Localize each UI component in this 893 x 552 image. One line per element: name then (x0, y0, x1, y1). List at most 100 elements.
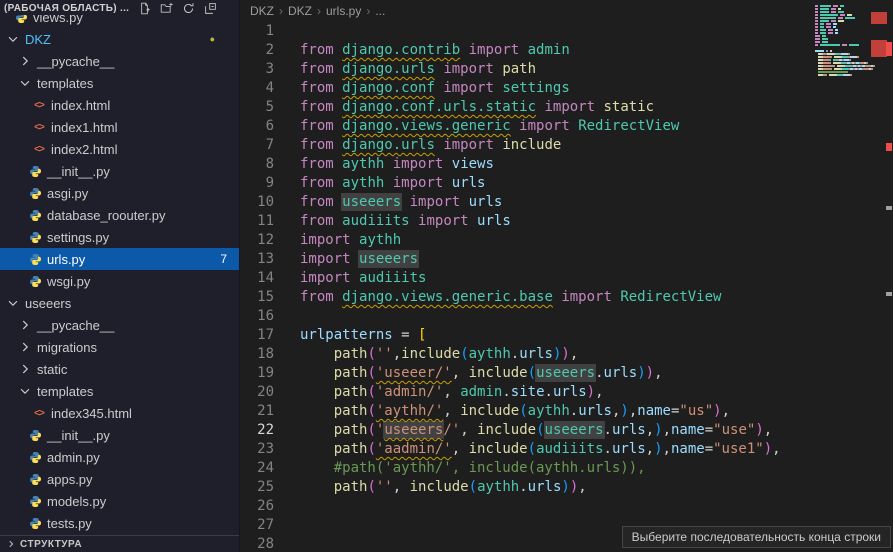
breadcrumb-item[interactable]: DKZ (288, 4, 312, 18)
tree-item-database-roouter-py[interactable]: database_roouter.py (0, 204, 239, 226)
code-line-1[interactable]: 1 (240, 22, 879, 41)
code-line-20[interactable]: 20 path('admin/', admin.site.urls), (240, 383, 879, 402)
line-content: path('',include(aythh.urls)), (274, 345, 578, 364)
tree-item--init-py[interactable]: __init__.py (0, 160, 239, 182)
line-number: 17 (240, 326, 274, 345)
code-line-19[interactable]: 19 path('useeer/', include(useeers.urls)… (240, 364, 879, 383)
code-line-3[interactable]: 3from django.urls import path (240, 60, 879, 79)
code-line-22[interactable]: 22 path('useeers/', include(useeers.urls… (240, 421, 879, 440)
tree-item-index2-html[interactable]: <>index2.html (0, 138, 239, 160)
code-line-2[interactable]: 2from django.contrib import admin (240, 41, 879, 60)
code-line-15[interactable]: 15from django.views.generic.base import … (240, 288, 879, 307)
line-content: urlpatterns = [ (274, 326, 426, 345)
tree-item-wsgi-py[interactable]: wsgi.py (0, 270, 239, 292)
tree-item-apps-py[interactable]: apps.py (0, 468, 239, 490)
tree-item-dkz[interactable]: DKZ● (0, 28, 239, 50)
tree-item-templates[interactable]: templates (0, 72, 239, 94)
python-file-icon (27, 517, 43, 530)
tree-item--pycache-[interactable]: __pycache__ (0, 50, 239, 72)
tree-item-settings-py[interactable]: settings.py (0, 226, 239, 248)
line-number: 15 (240, 288, 274, 307)
tree-item-templates[interactable]: templates (0, 380, 239, 402)
tree-item-label: migrations (37, 340, 97, 355)
code-area[interactable]: 12from django.contrib import admin3from … (240, 22, 879, 552)
code-line-10[interactable]: 10from useeers import urls (240, 193, 879, 212)
code-line-17[interactable]: 17urlpatterns = [ (240, 326, 879, 345)
code-line-18[interactable]: 18 path('',include(aythh.urls)), (240, 345, 879, 364)
breadcrumb-item[interactable]: ... (375, 4, 385, 18)
chevron-right-icon (17, 340, 33, 354)
code-line-11[interactable]: 11from audiiits import urls (240, 212, 879, 231)
tree-item--pycache-[interactable]: __pycache__ (0, 314, 239, 336)
tree-item-label: tests.py (47, 516, 92, 531)
code-line-6[interactable]: 6from django.views.generic import Redire… (240, 117, 879, 136)
line-content: from django.views.generic.base import Re… (274, 288, 721, 307)
tree-item-urls-py[interactable]: urls.py7 (0, 248, 239, 270)
tree-item-index345-html[interactable]: <>index345.html (0, 402, 239, 424)
code-line-24[interactable]: 24 #path('aythh/', include(aythh.urls)), (240, 459, 879, 478)
tree-item-useeers[interactable]: useeers (0, 292, 239, 314)
workspace-title: (РАБОЧАЯ ОБЛАСТЬ) ... (4, 3, 129, 14)
line-number: 20 (240, 383, 274, 402)
code-line-12[interactable]: 12import aythh (240, 231, 879, 250)
line-content: from audiiits import urls (274, 212, 511, 231)
collapse-all-icon[interactable] (203, 1, 217, 15)
line-number: 24 (240, 459, 274, 478)
tree-item-label: admin.py (47, 450, 100, 465)
line-content: from aythh import views (274, 155, 494, 174)
line-content (274, 516, 300, 535)
line-number: 14 (240, 269, 274, 288)
code-line-16[interactable]: 16 (240, 307, 879, 326)
line-content: from django.views.generic import Redirec… (274, 117, 679, 136)
code-line-23[interactable]: 23 path('aadmin/', include(audiiits.urls… (240, 440, 879, 459)
code-line-5[interactable]: 5from django.conf.urls.static import sta… (240, 98, 879, 117)
code-line-26[interactable]: 26 (240, 497, 879, 516)
ruler-error-marker (886, 42, 892, 56)
tree-item-static[interactable]: static (0, 358, 239, 380)
line-number: 3 (240, 60, 274, 79)
minimap[interactable] (815, 2, 885, 86)
breadcrumb-item[interactable]: urls.py (326, 4, 361, 18)
line-content: path('useeer/', include(useeers.urls)), (274, 364, 663, 383)
chevron-right-icon (17, 54, 33, 68)
breadcrumb-separator: › (317, 4, 321, 18)
explorer-section-header[interactable]: (РАБОЧАЯ ОБЛАСТЬ) ... (0, 0, 239, 15)
code-line-7[interactable]: 7from django.urls import include (240, 136, 879, 155)
code-line-9[interactable]: 9from aythh import urls (240, 174, 879, 193)
explorer-sidebar: (РАБОЧАЯ ОБЛАСТЬ) ... views.pyDKZ●__pyca… (0, 0, 240, 552)
tree-item-admin-py[interactable]: admin.py (0, 446, 239, 468)
tree-item-tests-py[interactable]: tests.py (0, 512, 239, 534)
overview-ruler[interactable] (885, 0, 893, 552)
tree-item-label: asgi.py (47, 186, 88, 201)
line-number: 2 (240, 41, 274, 60)
line-number: 27 (240, 516, 274, 535)
code-line-25[interactable]: 25 path('', include(aythh.urls)), (240, 478, 879, 497)
line-number: 28 (240, 535, 274, 552)
tree-item-index-html[interactable]: <>index.html (0, 94, 239, 116)
tree-item-migrations[interactable]: migrations (0, 336, 239, 358)
outline-section-header[interactable]: СТРУКТУРА (0, 535, 239, 552)
breadcrumb-item[interactable]: DKZ (250, 4, 274, 18)
breadcrumb: DKZ›DKZ›urls.py›... (240, 0, 893, 22)
refresh-icon[interactable] (181, 1, 195, 15)
tree-item-models-py[interactable]: models.py (0, 490, 239, 512)
code-line-8[interactable]: 8from aythh import views (240, 155, 879, 174)
new-folder-icon[interactable] (159, 1, 173, 15)
outline-title: СТРУКТУРА (20, 539, 82, 550)
tree-item-label: index2.html (51, 142, 117, 157)
tree-item-label: wsgi.py (47, 274, 90, 289)
tree-item-label: useeers (25, 296, 71, 311)
tree-item-index1-html[interactable]: <>index1.html (0, 116, 239, 138)
tree-item--init-py[interactable]: __init__.py (0, 424, 239, 446)
code-line-13[interactable]: 13import useeers (240, 250, 879, 269)
python-file-icon (27, 209, 43, 222)
code-line-21[interactable]: 21 path('aythh/', include(aythh.urls,),n… (240, 402, 879, 421)
code-line-14[interactable]: 14import audiiits (240, 269, 879, 288)
line-content (274, 22, 300, 41)
code-line-4[interactable]: 4from django.conf import settings (240, 79, 879, 98)
tree-item-asgi-py[interactable]: asgi.py (0, 182, 239, 204)
ruler-error-marker (886, 143, 892, 151)
tree-item-label: index.html (51, 98, 110, 113)
breadcrumb-separator: › (279, 4, 283, 18)
new-file-icon[interactable] (137, 1, 151, 15)
